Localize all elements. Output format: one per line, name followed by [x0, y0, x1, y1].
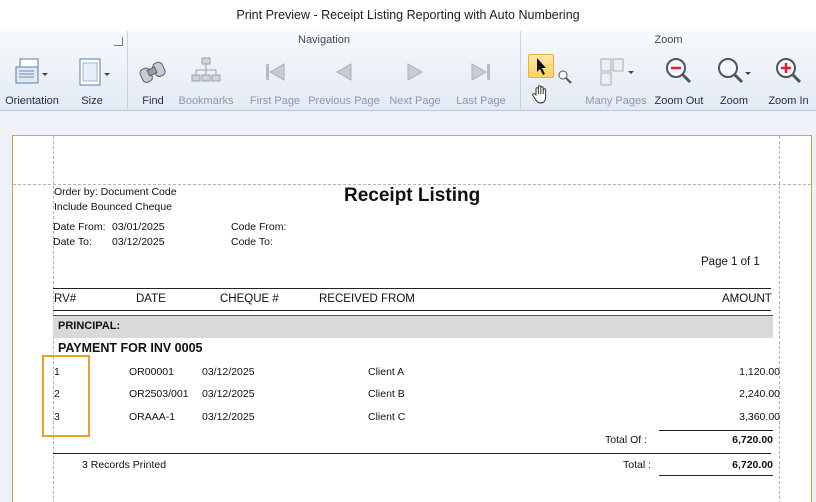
- row-date: 03/12/2025: [202, 366, 255, 378]
- ribbon: Orientation Size Navigation Find Bookmar…: [0, 31, 816, 111]
- previous-page-button[interactable]: Previous Page: [306, 55, 382, 107]
- page-info: Page 1 of 1: [701, 256, 760, 268]
- binoculars-icon: [139, 61, 166, 83]
- zoom-group: Zoom Many Pages Zoom Out Zoom Zoom In: [521, 31, 816, 109]
- first-page-label: First Page: [249, 95, 301, 107]
- header-bottom-rule: [53, 310, 771, 311]
- grand-total-label: Total :: [623, 459, 652, 471]
- next-page-button[interactable]: Next Page: [386, 55, 444, 107]
- orientation-button[interactable]: Orientation: [2, 55, 62, 107]
- hand-tool-icon[interactable]: [530, 83, 552, 105]
- section-label: PRINCIPAL:: [58, 320, 121, 332]
- rv-highlight-box: [42, 355, 90, 437]
- row-amount: 2,240.00: [739, 388, 780, 400]
- first-page-icon: [266, 63, 285, 81]
- bookmarks-tree-icon: [191, 57, 221, 82]
- first-page-button[interactable]: First Page: [246, 55, 304, 107]
- report-page: Order by: Document Code Include Bounced …: [12, 135, 812, 502]
- size-button[interactable]: Size: [64, 55, 120, 107]
- col-rv: RV#: [54, 293, 77, 305]
- date-from-label: Date From:: [53, 221, 106, 233]
- page-size-icon: [79, 58, 110, 86]
- include-bounced-text: Include Bounced Cheque: [54, 201, 172, 213]
- col-cheque: CHEQUE #: [220, 293, 279, 305]
- last-page-label: Last Page: [456, 95, 506, 107]
- row-client: Client C: [368, 411, 406, 423]
- total-of-label: Total Of :: [605, 434, 648, 446]
- zoom-in-icon: [775, 58, 801, 84]
- pointer-tool-button[interactable]: [528, 54, 554, 78]
- row-client: Client A: [368, 366, 405, 378]
- row-date: 03/12/2025: [202, 388, 255, 400]
- date-to-label: Date To:: [53, 236, 92, 248]
- row-doc: OR00001: [129, 366, 174, 378]
- many-pages-label: Many Pages: [585, 95, 647, 107]
- size-label: Size: [81, 95, 103, 107]
- dialog-launcher-icon[interactable]: [114, 37, 123, 46]
- zoom-out-button[interactable]: Zoom Out: [651, 55, 707, 107]
- report-title: Receipt Listing: [344, 185, 481, 206]
- next-page-icon: [407, 63, 424, 81]
- navigation-group-title: Navigation: [298, 34, 350, 46]
- records-printed-text: 3 Records Printed: [82, 459, 167, 471]
- find-button[interactable]: Find: [130, 55, 176, 107]
- bookmarks-button[interactable]: Bookmarks: [178, 55, 234, 107]
- arrow-pointer-icon: [537, 58, 546, 75]
- previous-page-label: Previous Page: [308, 95, 380, 107]
- row-doc: ORAAA-1: [129, 411, 176, 423]
- row-amount: 1,120.00: [739, 366, 780, 378]
- previous-page-icon: [335, 63, 352, 81]
- zoom-in-button[interactable]: Zoom In: [761, 55, 816, 107]
- footer-rule: [53, 453, 771, 454]
- zoom-out-label: Zoom Out: [654, 95, 704, 107]
- zoom-tool-icon[interactable]: [557, 69, 573, 85]
- preview-area[interactable]: Order by: Document Code Include Bounced …: [0, 111, 816, 502]
- header-top-rule: [53, 288, 771, 289]
- section-band: [53, 315, 773, 338]
- last-page-icon: [471, 63, 490, 81]
- find-label: Find: [142, 95, 164, 107]
- grand-total-rule: [659, 475, 773, 476]
- row-date: 03/12/2025: [202, 411, 255, 423]
- bookmarks-label: Bookmarks: [178, 95, 234, 107]
- zoom-out-icon: [666, 58, 692, 84]
- page-setup-group: Orientation Size: [0, 31, 128, 109]
- zoom-in-label: Zoom In: [768, 95, 809, 107]
- next-page-label: Next Page: [389, 95, 441, 107]
- code-from-label: Code From:: [231, 221, 287, 233]
- zoom-label: Zoom: [719, 95, 749, 107]
- date-to-value: 03/12/2025: [112, 236, 165, 248]
- group-label: PAYMENT FOR INV 0005: [58, 341, 203, 355]
- subtotal-rule: [659, 430, 773, 431]
- orientation-icon: [15, 58, 48, 84]
- row-amount: 3,360.00: [739, 411, 780, 423]
- date-from-value: 03/01/2025: [112, 221, 165, 233]
- row-client: Client B: [368, 388, 405, 400]
- col-amount: AMOUNT: [722, 293, 772, 305]
- navigation-group: Navigation Find Bookmarks First Page Pre…: [128, 31, 521, 109]
- zoom-group-title: Zoom: [654, 34, 683, 46]
- order-by-text: Order by: Document Code: [54, 186, 177, 198]
- row-doc: OR2503/001: [129, 388, 189, 400]
- col-received-from: RECEIVED FROM: [319, 293, 415, 305]
- col-date: DATE: [136, 293, 166, 305]
- window-title: Print Preview - Receipt Listing Reportin…: [0, 0, 816, 31]
- last-page-button[interactable]: Last Page: [452, 55, 510, 107]
- grand-total-value: 6,720.00: [732, 459, 773, 471]
- orientation-label: Orientation: [5, 95, 59, 107]
- many-pages-button[interactable]: Many Pages: [583, 55, 649, 107]
- zoom-icon: [718, 58, 751, 84]
- code-to-label: Code To:: [231, 236, 273, 248]
- total-of-value: 6,720.00: [732, 434, 773, 446]
- right-margin-guide: [779, 136, 780, 502]
- many-pages-icon: [600, 58, 634, 86]
- zoom-button[interactable]: Zoom: [709, 55, 759, 107]
